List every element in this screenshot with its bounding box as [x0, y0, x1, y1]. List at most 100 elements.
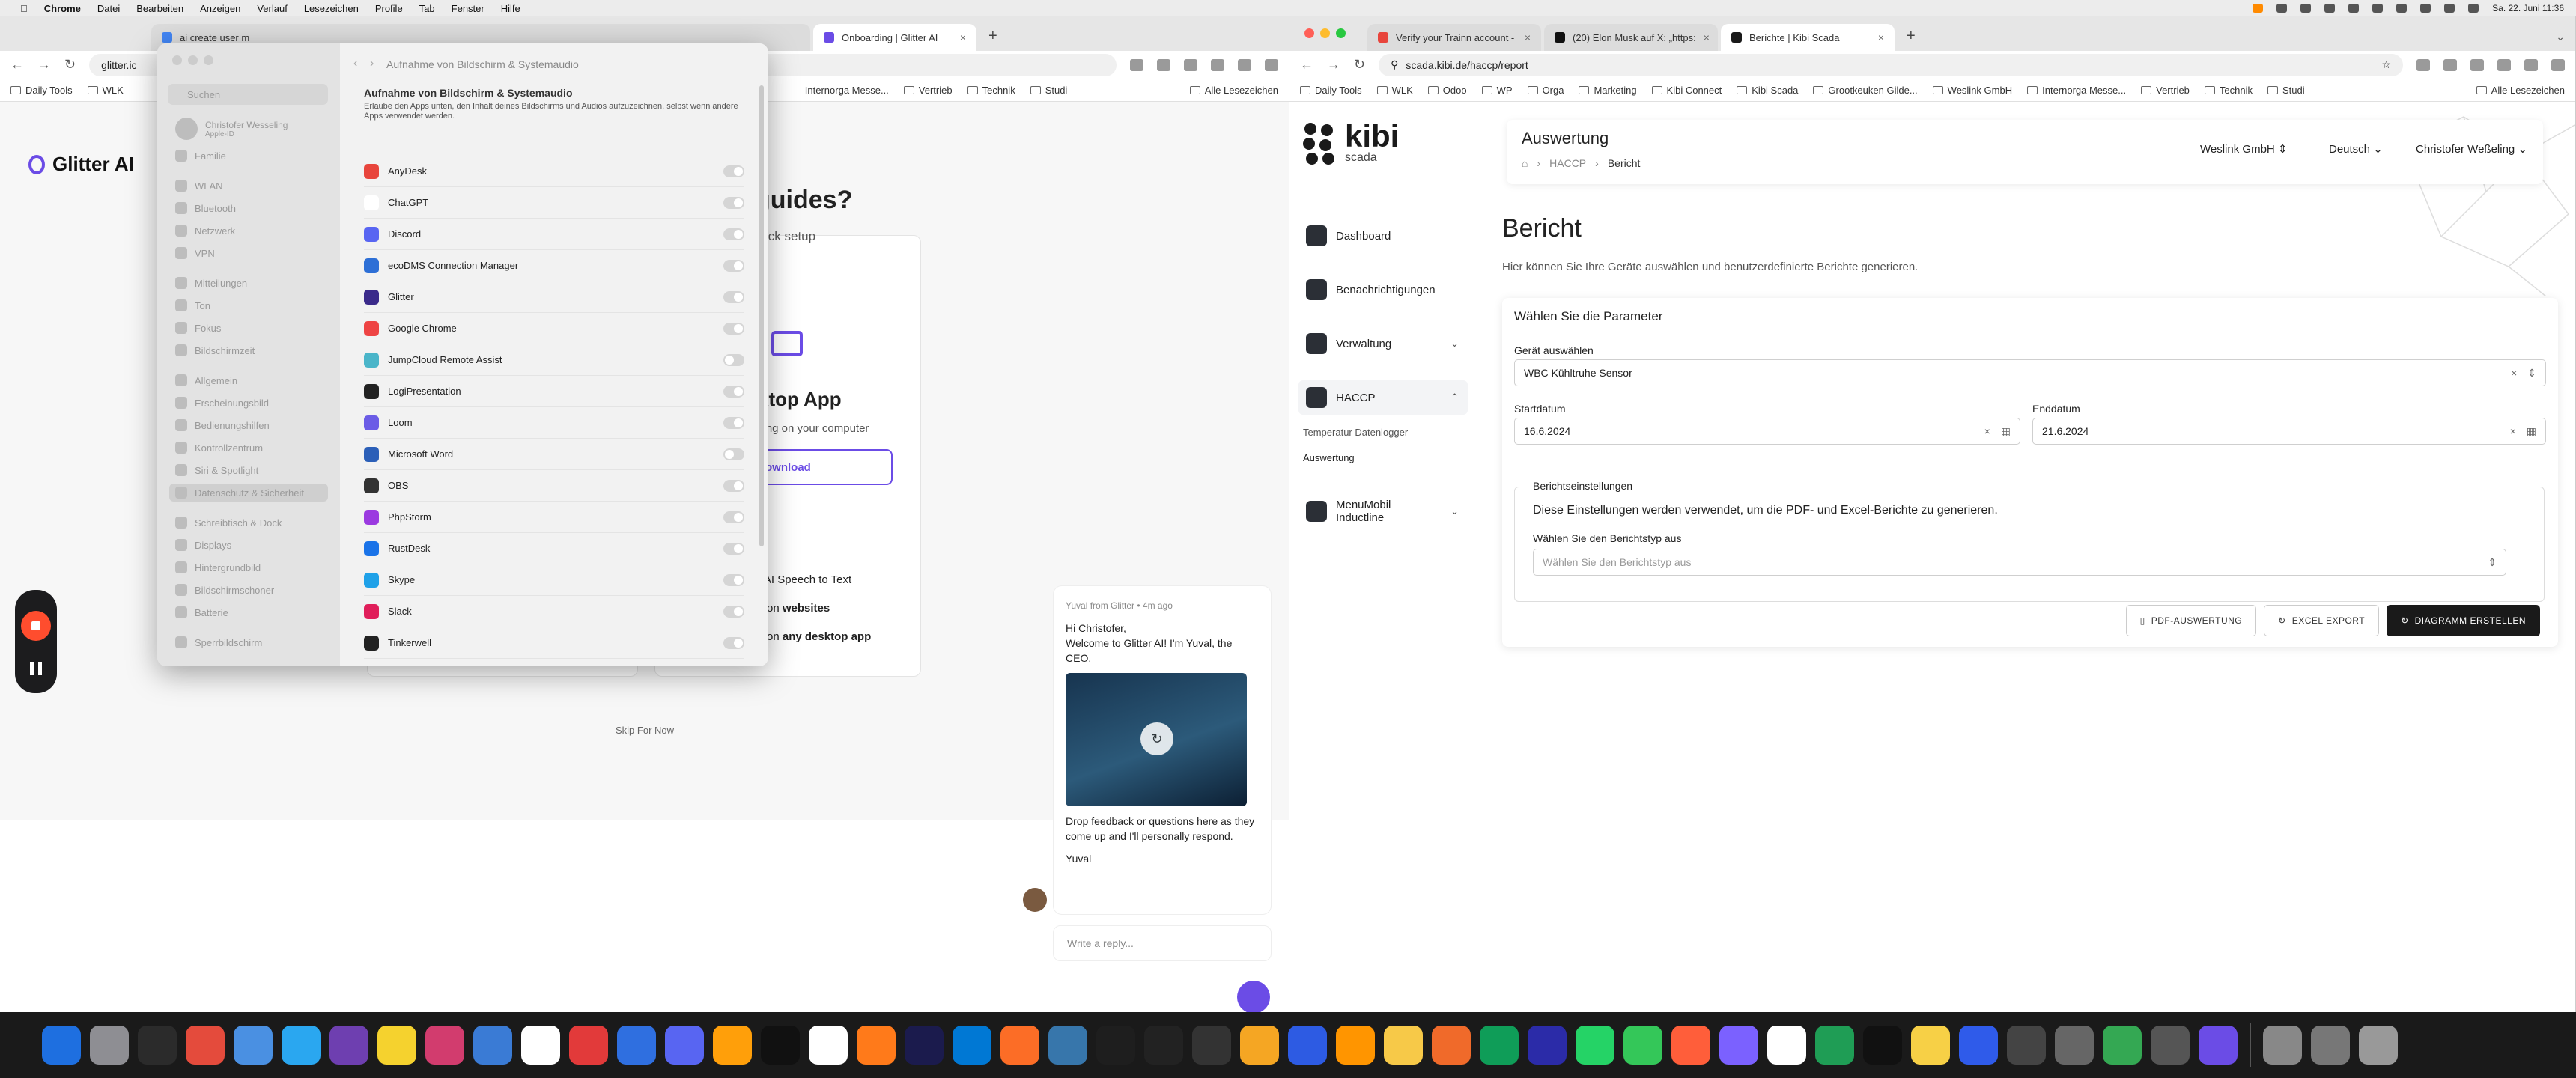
replay-icon[interactable]: ↻ — [1140, 722, 1173, 755]
company-selector[interactable]: Weslink GmbH ⇕ — [2200, 142, 2288, 156]
extension-icon[interactable] — [2443, 58, 2457, 71]
dock-app-icon[interactable] — [1815, 1026, 1854, 1065]
tray-icon[interactable] — [2372, 4, 2384, 13]
nav-notifications[interactable]: Benachrichtigungen — [1298, 272, 1468, 307]
permission-toggle[interactable] — [723, 385, 744, 398]
excel-export-button[interactable]: ↻ EXCEL EXPORT — [2264, 605, 2380, 636]
bookmark-item[interactable]: Marketing — [1579, 85, 1637, 96]
dock-app-icon[interactable] — [1336, 1026, 1375, 1065]
permission-toggle[interactable] — [723, 322, 744, 335]
dock-app-icon[interactable] — [2359, 1026, 2398, 1065]
bookmark-item[interactable]: Studi — [2267, 85, 2305, 96]
forward-icon[interactable]: › — [370, 57, 374, 70]
dock-app-icon[interactable] — [569, 1026, 608, 1065]
dock-app-icon[interactable] — [42, 1026, 81, 1065]
recording-status-icon[interactable] — [2253, 4, 2264, 13]
permission-toggle[interactable] — [723, 573, 744, 586]
sidebar-item-screensaver[interactable]: Bildschirmschoner — [169, 581, 328, 599]
bookmark-studi[interactable]: Studi — [1030, 85, 1067, 96]
menu-fenster[interactable]: Fenster — [443, 3, 493, 14]
dock-app-icon[interactable] — [473, 1026, 512, 1065]
dock-app-icon[interactable] — [1959, 1026, 1998, 1065]
glitter-logo[interactable]: Glitter AI — [28, 153, 134, 176]
sidebar-item-notifications[interactable]: Mitteilungen — [169, 274, 328, 292]
permission-toggle[interactable] — [723, 605, 744, 618]
sidebar-item-apple-id[interactable]: Christofer Wesseling Apple-ID — [169, 114, 328, 144]
site-info-icon[interactable]: ⚲ — [1391, 58, 1398, 71]
dock-app-icon[interactable] — [2263, 1026, 2302, 1065]
dock-app-icon[interactable] — [282, 1026, 321, 1065]
chat-video[interactable]: ↻ — [1066, 673, 1247, 806]
bookmark-item[interactable]: Weslink GmbH — [1932, 85, 2012, 96]
forward-icon[interactable]: → — [1327, 57, 1340, 73]
sidebar-item-network[interactable]: Netzwerk — [169, 222, 328, 240]
dock-app-icon[interactable] — [1719, 1026, 1758, 1065]
download-icon[interactable] — [1211, 58, 1224, 71]
dock-app-icon[interactable] — [90, 1026, 129, 1065]
menu-anzeigen[interactable]: Anzeigen — [192, 3, 249, 14]
tray-icon[interactable] — [2300, 4, 2312, 13]
permission-toggle[interactable] — [723, 511, 744, 523]
close-window-button[interactable] — [172, 55, 182, 65]
bookmark-daily-tools[interactable]: Daily Tools — [10, 85, 73, 96]
kibi-logo[interactable]: kibi scada — [1303, 121, 1399, 165]
bookmark-wlk[interactable]: WLK — [87, 85, 124, 96]
dock-app-icon[interactable] — [1576, 1026, 1614, 1065]
reply-input[interactable]: Write a reply... — [1053, 925, 1272, 961]
bookmark-vertrieb[interactable]: Vertrieb — [903, 85, 953, 96]
reload-icon[interactable]: ↻ — [1354, 57, 1365, 73]
bookmark-item[interactable]: Vertrieb — [2141, 85, 2190, 96]
menu-tab[interactable]: Tab — [411, 3, 443, 14]
back-icon[interactable]: ← — [1300, 57, 1313, 73]
dock-app-icon[interactable] — [761, 1026, 800, 1065]
close-tab-icon[interactable]: × — [960, 31, 966, 43]
dock-app-icon[interactable] — [953, 1026, 991, 1065]
minimize-window-button[interactable] — [188, 55, 198, 65]
chat-launcher-button[interactable] — [1237, 981, 1270, 1012]
home-icon[interactable]: ⌂ — [1522, 157, 1528, 169]
bookmark-item[interactable]: Technik — [2204, 85, 2253, 96]
tray-icon[interactable] — [2348, 4, 2360, 13]
nav-temperature-datalogger[interactable]: Temperatur Datenlogger — [1303, 427, 1408, 438]
dock-app-icon[interactable] — [1863, 1026, 1902, 1065]
dock-app-icon[interactable] — [1911, 1026, 1950, 1065]
sidebar-item-general[interactable]: Allgemein — [169, 371, 328, 389]
dock-app-icon[interactable] — [2151, 1026, 2190, 1065]
sidebar-item-battery[interactable]: Batterie — [169, 603, 328, 621]
wifi-icon[interactable] — [2420, 4, 2431, 13]
tab-kibi-scada[interactable]: Berichte | Kibi Scada × — [1721, 24, 1895, 51]
close-tab-icon[interactable]: × — [1525, 31, 1531, 43]
dock-app-icon[interactable] — [2007, 1026, 2046, 1065]
language-selector[interactable]: Deutsch ⌄ — [2329, 142, 2383, 156]
dock-app-icon[interactable] — [2199, 1026, 2238, 1065]
profile-icon[interactable] — [1238, 58, 1251, 71]
tab-search-icon[interactable]: ⌄ — [2545, 31, 2575, 51]
report-type-select[interactable]: Wählen Sie den Berichtstyp aus ⇕ — [1533, 549, 2506, 576]
dock-app-icon[interactable] — [234, 1026, 273, 1065]
apple-icon[interactable]:  — [12, 3, 36, 14]
nav-verwaltung[interactable]: Verwaltung ⌄ — [1298, 326, 1468, 361]
permission-toggle[interactable] — [723, 479, 744, 492]
permission-toggle[interactable] — [723, 353, 744, 366]
menu-datei[interactable]: Datei — [89, 3, 128, 14]
calendar-icon[interactable]: ▦ — [2001, 425, 2011, 438]
bookmark-item[interactable]: Kibi Connect — [1651, 85, 1722, 96]
dock-app-icon[interactable] — [377, 1026, 416, 1065]
sidebar-item-bluetooth[interactable]: Bluetooth — [169, 199, 328, 217]
breadcrumb-haccp[interactable]: HACCP — [1549, 157, 1586, 169]
clock[interactable]: Sa. 22. Juni 11:36 — [2492, 3, 2564, 13]
back-icon[interactable]: ← — [10, 57, 24, 73]
tray-icon[interactable] — [2324, 4, 2336, 13]
bookmark-all[interactable]: Alle Lesezeichen — [1189, 85, 1278, 96]
close-tab-icon[interactable]: × — [1878, 31, 1884, 43]
end-date-input[interactable]: 21.6.2024 × ▦ — [2032, 418, 2546, 445]
menu-lesezeichen[interactable]: Lesezeichen — [296, 3, 367, 14]
sidebar-item-accessibility[interactable]: Bedienungshilfen — [169, 416, 328, 434]
sidebar-item-wallpaper[interactable]: Hintergrundbild — [169, 558, 328, 576]
sidebar-item-lock-screen[interactable]: Sperrbildschirm — [169, 633, 328, 651]
dock-app-icon[interactable] — [809, 1026, 848, 1065]
close-window-button[interactable] — [1304, 28, 1314, 38]
nav-auswertung[interactable]: Auswertung — [1303, 452, 1355, 463]
tray-icon[interactable] — [2276, 4, 2288, 13]
permission-toggle[interactable] — [723, 290, 744, 303]
